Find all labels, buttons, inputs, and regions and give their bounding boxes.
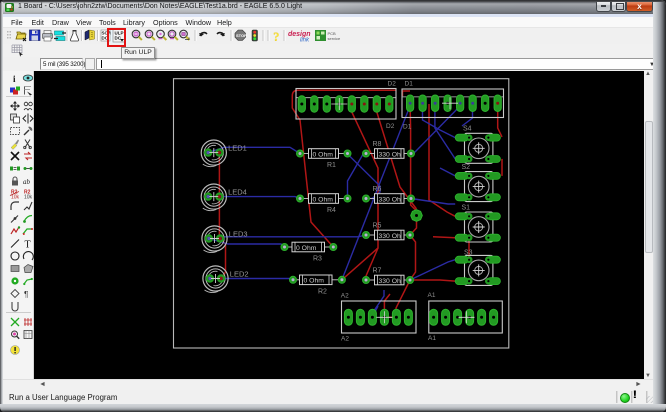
svg-text:LED4: LED4 [228, 188, 247, 197]
svg-text:R1: R1 [327, 162, 336, 169]
svg-text:0 Ohm: 0 Ohm [313, 196, 334, 203]
svg-text:LED3: LED3 [229, 230, 248, 239]
svg-text:D2: D2 [386, 123, 395, 130]
svg-text:330 Oh: 330 Oh [379, 233, 402, 240]
svg-text:D1: D1 [403, 124, 412, 131]
svg-text:link: link [300, 38, 310, 44]
svg-text:LED2: LED2 [230, 270, 249, 279]
svg-text:D2: D2 [388, 81, 397, 88]
svg-text:R6: R6 [373, 186, 382, 193]
svg-text:R7: R7 [373, 268, 382, 275]
svg-text:LED1: LED1 [228, 144, 247, 153]
svg-text:ab: ab [23, 178, 31, 186]
svg-text:service: service [328, 36, 341, 41]
svg-text:0 Ohm: 0 Ohm [313, 151, 334, 158]
svg-text:i: i [13, 74, 16, 84]
svg-text:10k: 10k [11, 194, 20, 200]
svg-text:S2: S2 [462, 164, 471, 171]
svg-text:R8: R8 [373, 141, 382, 148]
svg-text:S3: S3 [464, 250, 473, 257]
svg-text:10k: 10k [24, 194, 33, 200]
svg-text:R3: R3 [313, 256, 322, 263]
svg-text:S1: S1 [462, 205, 471, 212]
svg-text:330 Oh: 330 Oh [379, 151, 402, 158]
svg-text:R4: R4 [327, 207, 336, 214]
svg-text:STOP: STOP [236, 33, 247, 38]
svg-text:330 Oh: 330 Oh [379, 196, 402, 203]
svg-text:D1: D1 [405, 81, 414, 88]
svg-text:A2: A2 [341, 292, 349, 299]
svg-text:T: T [25, 239, 31, 250]
svg-text:S4: S4 [463, 126, 472, 133]
svg-text:330 Oh: 330 Oh [379, 278, 402, 285]
svg-text:?: ? [274, 30, 280, 44]
svg-text:A1: A1 [428, 292, 436, 299]
svg-text:R5: R5 [373, 223, 382, 230]
svg-text:0 Ohm: 0 Ohm [296, 245, 317, 252]
svg-text:¶: ¶ [24, 290, 28, 299]
svg-text:A1: A1 [428, 335, 436, 342]
svg-text:R2: R2 [318, 289, 327, 296]
svg-text:0 Ohm: 0 Ohm [304, 278, 325, 285]
svg-text:A2: A2 [341, 336, 349, 343]
